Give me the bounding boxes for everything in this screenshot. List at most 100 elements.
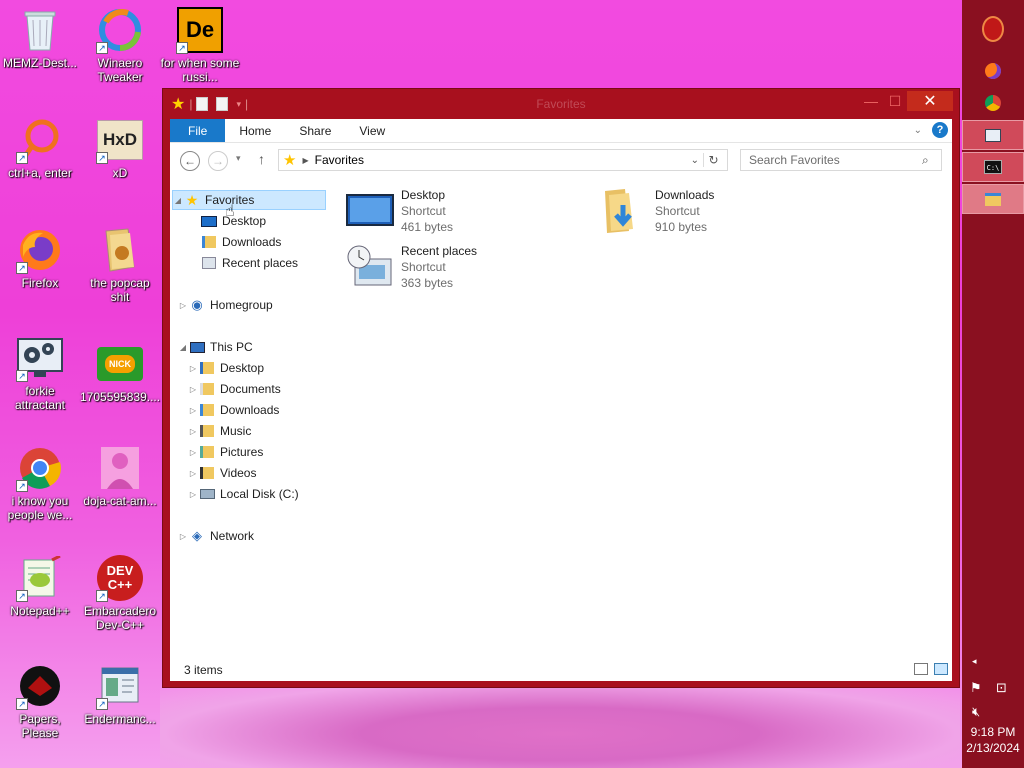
network-tray-icon[interactable]: ⊡: [996, 680, 1007, 696]
cmd-icon: C:\: [984, 160, 1002, 174]
taskbar-cmd[interactable]: C:\: [962, 152, 1024, 182]
help-icon[interactable]: ?: [932, 122, 948, 138]
show-hidden-icons-chevron-icon[interactable]: ◂: [972, 656, 977, 667]
recent-locations-chevron-icon[interactable]: ▾: [236, 153, 241, 164]
tree-label: Recent places: [222, 256, 299, 270]
expand-arrow-icon[interactable]: ▷: [188, 427, 198, 436]
taskbar-image-viewer[interactable]: [962, 120, 1024, 150]
desktop-icon-label: Endermanc...: [84, 712, 156, 726]
tiles-view-button[interactable]: [934, 663, 948, 675]
file-item-downloads[interactable]: Downloads Shortcut 910 bytes: [599, 187, 714, 235]
expand-arrow-icon[interactable]: ▷: [178, 301, 188, 310]
videos-folder-icon: [198, 465, 216, 481]
file-item-desktop[interactable]: Desktop Shortcut 461 bytes: [345, 187, 453, 235]
expand-arrow-icon[interactable]: ▷: [188, 406, 198, 415]
desktop-icon-label: ctrl+a, enter: [8, 166, 72, 180]
desktop-icon-de[interactable]: De ↗ for when some russi...: [160, 6, 240, 84]
collapse-arrow-icon[interactable]: ◢: [173, 196, 183, 205]
desktop-icon-winaero[interactable]: ↗ Winaero Tweaker: [80, 6, 160, 84]
desktop-icon-ctrl-a[interactable]: ↗ ctrl+a, enter: [0, 116, 80, 180]
expand-arrow-icon[interactable]: ▷: [188, 469, 198, 478]
expand-arrow-icon[interactable]: ▷: [188, 448, 198, 457]
address-bar[interactable]: ★ ▶ Favorites ⌄ ↻: [278, 149, 728, 171]
desktop-icon-forkie[interactable]: ↗ forkie attractant: [0, 334, 80, 412]
volume-muted-icon[interactable]: 🔇︎: [972, 704, 980, 720]
breadcrumb-favorites[interactable]: Favorites: [315, 153, 364, 167]
tree-item-pc-downloads[interactable]: ▷ Downloads: [188, 400, 279, 420]
file-size: 461 bytes: [401, 220, 454, 234]
explorer-client: File Home Share View ⌄ ? ← → ▾ ↑ ★ ▶ Fav…: [170, 119, 952, 681]
expand-ribbon-icon[interactable]: ⌄: [914, 125, 922, 136]
tab-home[interactable]: Home: [225, 119, 285, 142]
tab-view[interactable]: View: [345, 119, 399, 142]
collapse-arrow-icon[interactable]: ◢: [178, 343, 188, 352]
tree-item-pc-videos[interactable]: ▷ Videos: [188, 463, 257, 483]
desktop-icon-firefox[interactable]: ↗ Firefox: [0, 226, 80, 290]
ribbon: File Home Share View ⌄ ?: [170, 119, 952, 143]
tree-label: Videos: [220, 466, 257, 480]
tree-label: Local Disk (C:): [220, 487, 299, 501]
breadcrumb-chevron-icon[interactable]: ▶: [302, 156, 308, 165]
wallpaper-lips: [160, 680, 960, 768]
desktop-icon-papers-please[interactable]: ↗ Papers, Please: [0, 662, 80, 740]
desktop-icon-memz[interactable]: MEMZ-Dest...: [0, 6, 80, 70]
close-button[interactable]: ✕: [907, 91, 953, 111]
search-input[interactable]: Search Favorites: [740, 149, 942, 171]
hxd-icon: HxD ↗: [96, 116, 144, 164]
desktop-icon-doja[interactable]: doja-cat-am...: [80, 444, 160, 508]
image-viewer-icon: [985, 128, 1001, 142]
minimize-button[interactable]: —: [861, 91, 881, 111]
expand-arrow-icon[interactable]: ▷: [178, 532, 188, 541]
address-dropdown-icon[interactable]: ⌄: [691, 155, 699, 166]
desktop-icon-notepadpp[interactable]: ↗ Notepad++: [0, 554, 80, 618]
taskbar-file-explorer[interactable]: [962, 184, 1024, 214]
file-type: Shortcut: [655, 204, 700, 218]
tree-item-pc-music[interactable]: ▷ Music: [188, 421, 251, 441]
tree-item-favorites[interactable]: ◢ ★ Favorites: [172, 190, 326, 210]
tree-label: Music: [220, 424, 252, 438]
action-center-flag-icon[interactable]: ⚑: [970, 680, 982, 696]
desktop-icon-popcap[interactable]: the popcap shit: [80, 226, 160, 304]
expand-arrow-icon[interactable]: ▷: [188, 385, 198, 394]
desktop-icon-chrome[interactable]: ↗ i know you people we...: [0, 444, 80, 522]
taskbar-firefox[interactable]: [962, 56, 1024, 86]
tree-item-pc-pictures[interactable]: ▷ Pictures: [188, 442, 263, 462]
desktop-icon-endermanch[interactable]: ↗ Endermanc...: [80, 662, 160, 726]
desktop-icon-xd[interactable]: HxD ↗ xD: [80, 116, 160, 180]
file-item-recent-places[interactable]: Recent places Shortcut 363 bytes: [345, 243, 477, 291]
settings-monitor-icon: ↗: [16, 334, 64, 382]
desktop-icon-nick[interactable]: NICK 1705595839....: [80, 340, 160, 404]
tree-item-pc-desktop[interactable]: ▷ Desktop: [188, 358, 264, 378]
taskbar-chrome[interactable]: [962, 88, 1024, 118]
taskbar-ornament[interactable]: [962, 14, 1024, 44]
explorer-window: ★ | ▾ | Favorites — ☐ ✕ File Home Share …: [162, 88, 960, 688]
file-name: Recent places: [401, 244, 478, 258]
expand-arrow-icon[interactable]: ▷: [188, 490, 198, 499]
network-icon: ◈: [192, 528, 202, 543]
forward-button[interactable]: →: [208, 151, 228, 171]
desktop-icon-devcpp[interactable]: DEV C++ ↗ Embarcadero Dev-C++: [80, 554, 160, 632]
desktop-icon-label: xD: [112, 166, 128, 180]
tree-item-network[interactable]: ▷ ◈ Network: [178, 526, 254, 546]
tree-item-this-pc[interactable]: ◢ This PC: [178, 337, 253, 357]
tree-item-pc-local-disk[interactable]: ▷ Local Disk (C:): [188, 484, 299, 504]
title-bar[interactable]: ★ | ▾ | Favorites — ☐ ✕: [163, 89, 959, 119]
maximize-button[interactable]: ☐: [885, 91, 905, 111]
tab-file[interactable]: File: [170, 119, 226, 142]
recent-places-icon: [200, 255, 218, 271]
favorites-star-icon: ★: [283, 152, 297, 169]
refresh-icon[interactable]: ↻: [703, 153, 723, 167]
tab-share[interactable]: Share: [285, 119, 345, 142]
tree-item-fav-downloads[interactable]: Downloads: [200, 232, 281, 252]
tree-item-homegroup[interactable]: ▷ ◉ Homegroup: [178, 295, 273, 315]
details-view-button[interactable]: [914, 663, 928, 675]
tree-item-fav-recent[interactable]: Recent places: [200, 253, 298, 273]
tree-item-pc-documents[interactable]: ▷ Documents: [188, 379, 281, 399]
clock[interactable]: 9:18 PM 2/13/2024: [962, 724, 1024, 756]
navigation-bar: ← → ▾ ↑ ★ ▶ Favorites ⌄ ↻ Search Favorit…: [170, 143, 952, 179]
up-button[interactable]: ↑: [258, 151, 265, 167]
desktop-icon-label: MEMZ-Dest...: [3, 56, 77, 70]
back-button[interactable]: ←: [180, 151, 200, 171]
pictures-folder-icon: [198, 444, 216, 460]
expand-arrow-icon[interactable]: ▷: [188, 364, 198, 373]
